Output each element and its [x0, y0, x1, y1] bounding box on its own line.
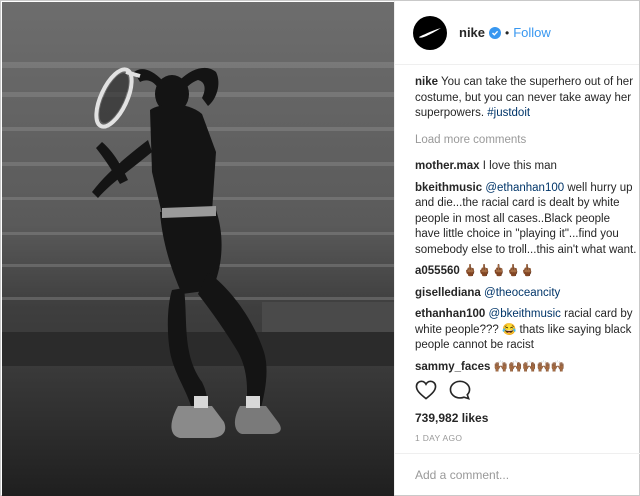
post-timestamp[interactable]: 1 DAY AGO [415, 433, 462, 443]
comment-mention[interactable]: @bkeithmusic [489, 308, 561, 320]
add-comment-bar [395, 453, 640, 495]
add-comment-input[interactable] [415, 467, 625, 482]
comment-text: 🙌🏾🙌🏾🙌🏾🙌🏾🙌🏾 [493, 360, 566, 373]
comment-username[interactable]: a055560 [415, 265, 460, 277]
follow-button[interactable]: Follow [513, 25, 551, 40]
comment-username[interactable]: sammy_faces [415, 361, 490, 373]
post-sidebar: nike • Follow nike You can take the supe… [394, 1, 640, 495]
comment-item: mother.max I love this man [415, 159, 637, 175]
post-header: nike • Follow [395, 1, 639, 65]
separator-dot: • [505, 25, 510, 40]
like-count[interactable]: 739,982 likes [415, 411, 488, 425]
avatar[interactable] [413, 15, 447, 50]
tennis-player-photo [2, 2, 394, 496]
comment-mention[interactable]: @theoceancity [484, 287, 560, 299]
verified-badge-icon [489, 26, 502, 39]
caption-hashtag[interactable]: #justdoit [487, 107, 530, 119]
load-more-comments-link[interactable]: Load more comments [415, 133, 637, 149]
comment-text: I love this man [482, 160, 557, 172]
caption-username[interactable]: nike [415, 76, 438, 88]
post-caption: nike You can take the superhero out of h… [415, 75, 637, 122]
heart-icon[interactable] [415, 380, 437, 405]
comment-item: a055560 🖕🏾🖕🏾🖕🏾🖕🏾🖕🏾 [415, 264, 637, 280]
nike-swoosh-icon [419, 27, 441, 38]
comment-mention[interactable]: @ethanhan100 [485, 182, 564, 194]
comment-item: gisellediana @theoceancity [415, 286, 637, 302]
instagram-post: nike • Follow nike You can take the supe… [0, 0, 640, 496]
comment-text: 🖕🏾🖕🏾🖕🏾🖕🏾🖕🏾 [462, 265, 535, 277]
comment-item: sammy_faces 🙌🏾🙌🏾🙌🏾🙌🏾🙌🏾 [415, 360, 637, 376]
comment-username[interactable]: gisellediana [415, 287, 481, 299]
post-photo[interactable] [2, 2, 394, 496]
comment-username[interactable]: ethanhan100 [415, 308, 485, 320]
post-author-username[interactable]: nike [459, 25, 485, 40]
comment-username[interactable]: bkeithmusic [415, 182, 482, 194]
comments-list: nike You can take the superhero out of h… [415, 75, 637, 381]
comment-item: bkeithmusic @ethanhan100 well hurry up a… [415, 181, 637, 259]
comment-bubble-icon[interactable] [449, 380, 471, 405]
comment-item: ethanhan100 @bkeithmusic racial card by … [415, 307, 637, 354]
post-actions [415, 380, 471, 405]
comment-username[interactable]: mother.max [415, 160, 480, 172]
